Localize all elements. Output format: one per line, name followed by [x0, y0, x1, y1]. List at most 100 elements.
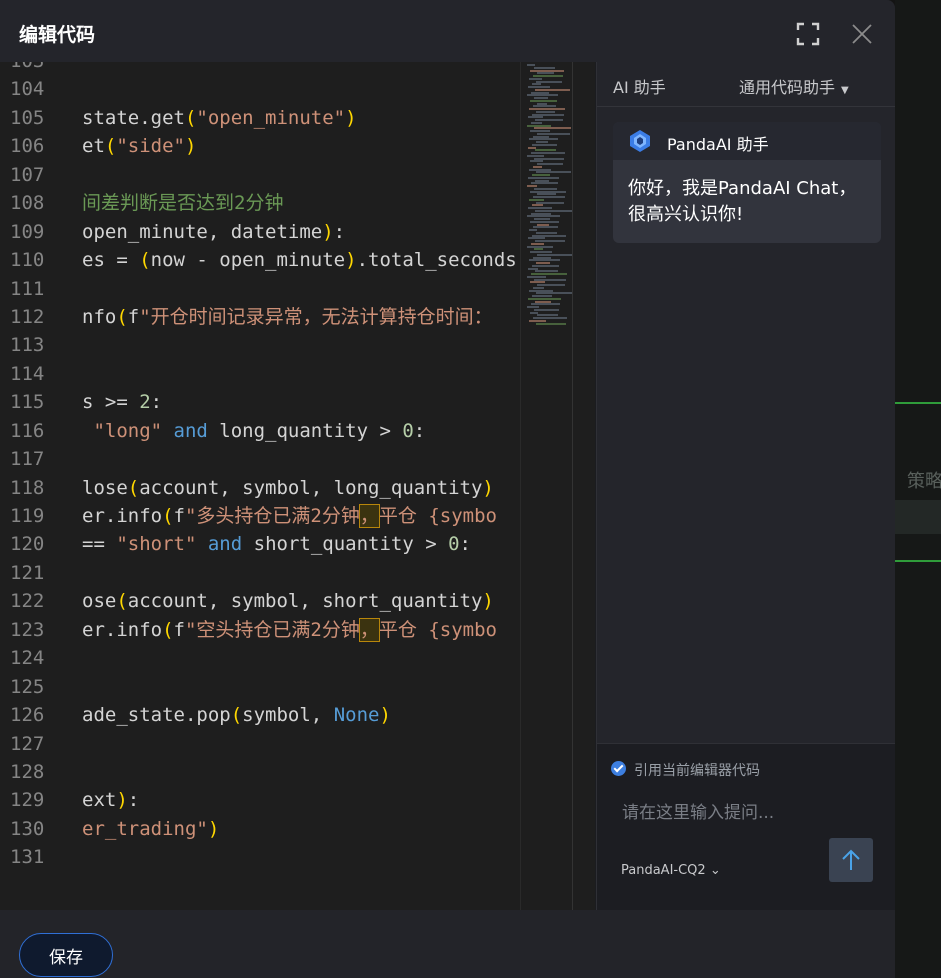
code-token: ==	[82, 533, 117, 556]
code-token: (	[116, 590, 128, 613]
model-select[interactable]: PandaAI-CQ2 ⌄	[621, 863, 721, 878]
minimap-row	[532, 113, 564, 116]
line-number: 112	[10, 305, 45, 328]
code-line: 127	[0, 730, 520, 758]
minimap-row	[527, 64, 535, 66]
prompt-input[interactable]	[622, 800, 822, 826]
minimap-row	[535, 149, 556, 152]
minimap-row	[531, 303, 560, 306]
code-text: == "short" and short_quantity > 0:	[82, 530, 471, 558]
code-token: :	[150, 391, 163, 414]
code-token: )	[322, 220, 334, 243]
line-number: 129	[10, 789, 45, 812]
send-button[interactable]	[829, 838, 873, 882]
code-line: 118 lose(account, symbol, long_quantity)	[0, 474, 520, 502]
minimap-row	[528, 146, 536, 149]
minimap-row	[527, 124, 551, 127]
minimap-row	[534, 248, 543, 251]
code-token: "short"	[116, 533, 197, 556]
code-token: :	[127, 789, 140, 812]
assistant-mode-select[interactable]: 通用代码助手 ▼	[739, 74, 849, 98]
minimap-row	[530, 130, 550, 132]
panda-logo-icon	[628, 129, 652, 153]
minimap-row	[530, 160, 543, 163]
code-token: (	[162, 618, 174, 641]
minimap-row	[536, 322, 566, 325]
code-minimap[interactable]	[520, 62, 573, 910]
chat-message-header: PandaAI 助手	[613, 122, 881, 160]
minimap-row	[531, 121, 542, 124]
code-token: (	[104, 135, 117, 158]
minimap-row	[535, 209, 572, 212]
code-text: er.info(f"空头持仓已满2分钟，平仓 {symbo	[82, 616, 497, 644]
code-token: (	[139, 249, 151, 272]
minimap-row	[537, 253, 572, 256]
line-number: 122	[10, 590, 45, 613]
minimap-row	[536, 171, 571, 174]
editor-scrollbar[interactable]	[572, 62, 595, 910]
modal-header: 编辑代码	[0, 0, 895, 62]
minimap-row	[530, 281, 545, 284]
minimap-row	[537, 223, 549, 226]
minimap-row	[530, 69, 564, 72]
minimap-row	[534, 157, 564, 160]
minimap-row	[534, 66, 555, 69]
line-number: 123	[10, 618, 45, 641]
minimap-row	[537, 193, 556, 196]
code-token: )	[207, 817, 220, 840]
code-line: 123 er.info(f"空头持仓已满2分钟，平仓 {symbo	[0, 616, 520, 644]
ai-panel-header: AI 助手 通用代码助手 ▼	[597, 62, 895, 107]
fullscreen-icon[interactable]	[794, 20, 822, 48]
minimap-row	[532, 83, 541, 86]
minimap-row	[535, 270, 558, 273]
minimap-row	[529, 108, 565, 110]
minimap-row	[534, 97, 548, 99]
line-number: 103	[10, 62, 50, 75]
code-token: )	[379, 704, 391, 727]
code-line: 106 et("side")	[0, 132, 520, 160]
minimap-row	[529, 259, 560, 262]
minimap-row	[529, 229, 537, 231]
minimap-row	[533, 135, 549, 138]
code-editor[interactable]: 103104105state.get("open_minute")106et("…	[0, 62, 520, 910]
code-token: )	[184, 135, 197, 158]
line-number: 125	[10, 675, 45, 698]
reference-code-checkbox[interactable]	[611, 761, 626, 776]
code-token: 平仓 {symbo	[378, 618, 497, 641]
ai-panel-title: AI 助手	[613, 78, 666, 97]
code-token: "long"	[82, 419, 163, 442]
code-token: ，	[358, 504, 380, 528]
background-divider	[895, 560, 941, 562]
minimap-row	[536, 262, 550, 264]
minimap-row	[530, 311, 538, 314]
minimap-row	[532, 264, 559, 267]
line-number: 110	[10, 249, 45, 272]
line-number: 116	[10, 419, 45, 442]
code-token: 0	[402, 419, 414, 442]
code-token: "空头持仓已满2分钟	[184, 618, 360, 641]
code-text: et("side")	[82, 132, 196, 160]
code-line: 129 ext):	[0, 786, 520, 814]
background-row	[895, 500, 941, 534]
background-divider	[895, 402, 941, 404]
close-icon[interactable]	[848, 20, 876, 48]
code-line: 105 state.get("open_minute")	[0, 104, 520, 132]
code-text: er_trading")	[82, 815, 219, 843]
minimap-row	[533, 105, 556, 108]
code-token: None	[333, 704, 380, 727]
code-line: 122 ose(account, symbol, short_quantity)	[0, 587, 520, 615]
code-line: 103	[0, 62, 520, 75]
code-token: lose	[82, 476, 128, 499]
minimap-row	[536, 231, 557, 234]
code-line: 108 间差判断是否达到2分钟	[0, 189, 520, 217]
code-text: lose(account, symbol, long_quantity)	[82, 474, 494, 502]
chat-input-area: 引用当前编辑器代码 PandaAI-CQ2 ⌄	[597, 743, 895, 911]
code-text: er.info(f"多头持仓已满2分钟，平仓 {symbo	[82, 502, 497, 530]
minimap-row	[532, 234, 566, 237]
reference-code-label[interactable]: 引用当前编辑器代码	[634, 760, 760, 780]
code-token: )	[482, 476, 494, 499]
save-button[interactable]: 保存	[19, 933, 113, 977]
line-number: 127	[10, 732, 45, 755]
code-token: er_trading"	[82, 817, 208, 840]
minimap-row	[536, 110, 555, 113]
